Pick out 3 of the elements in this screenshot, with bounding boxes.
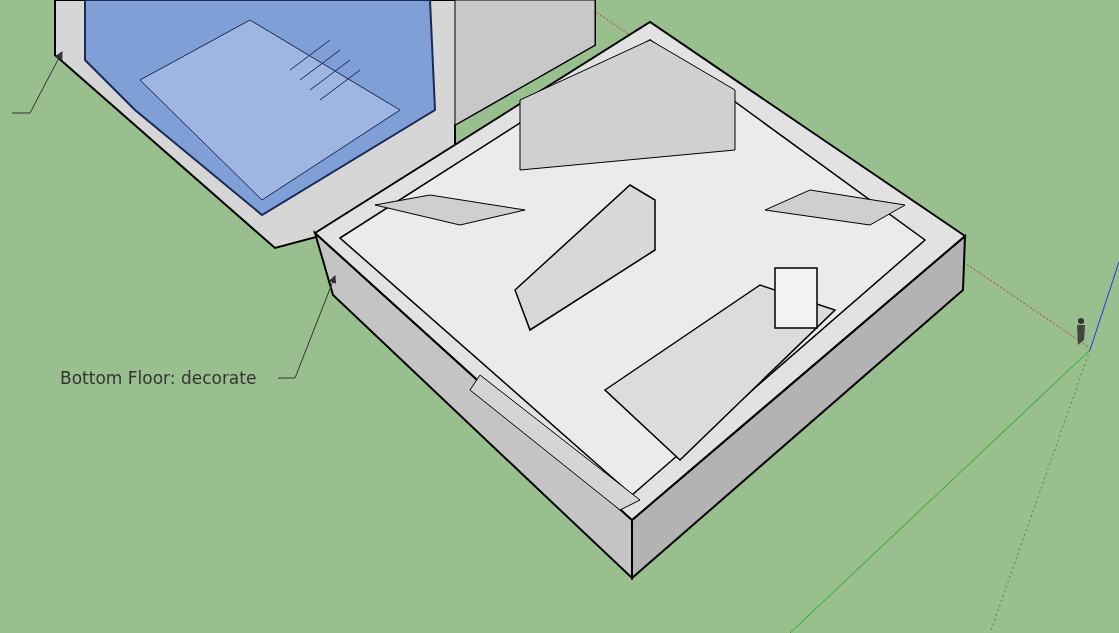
floor-label: Bottom Floor: decorate — [60, 367, 257, 390]
person-figure-icon — [1077, 318, 1085, 345]
leader-line — [11, 51, 63, 114]
